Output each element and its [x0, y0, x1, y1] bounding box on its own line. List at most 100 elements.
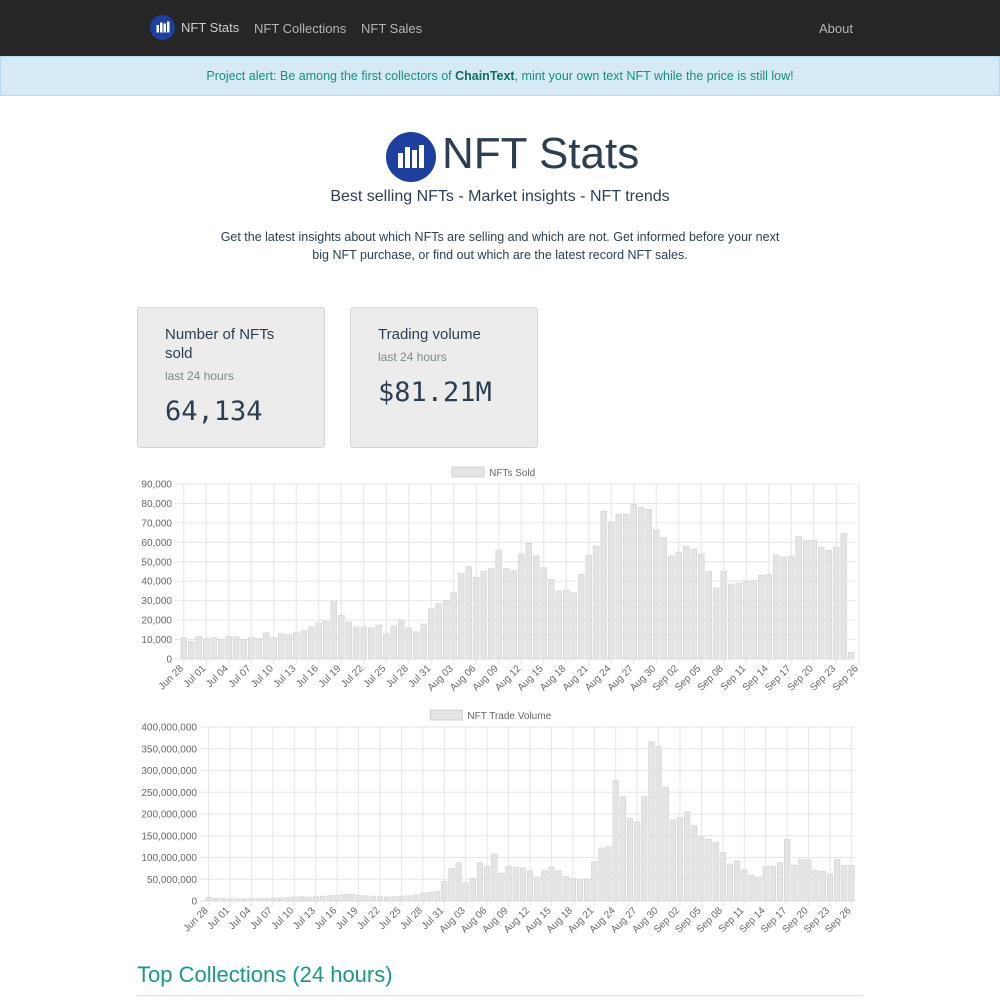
- bar: [743, 580, 750, 660]
- bar: [641, 796, 648, 902]
- bar: [488, 568, 495, 660]
- bar: [728, 583, 735, 660]
- x-tick-label: Jul 13: [272, 663, 299, 690]
- nav-link-about[interactable]: About: [819, 21, 853, 36]
- bar: [691, 825, 698, 902]
- bar: [465, 566, 472, 660]
- bar: [712, 841, 719, 902]
- bar: [413, 631, 420, 660]
- y-tick-label: 40,000: [141, 577, 172, 588]
- bar: [353, 626, 360, 660]
- bar: [503, 568, 510, 660]
- bar: [734, 860, 741, 902]
- x-tick-label: Jul 04: [204, 663, 231, 690]
- bar: [469, 878, 476, 902]
- bar: [605, 846, 612, 902]
- section-divider: [137, 995, 863, 996]
- bar: [784, 838, 791, 902]
- bar: [269, 897, 276, 902]
- nav-brand-label: NFT Stats: [181, 20, 240, 35]
- bar: [591, 861, 598, 902]
- bar: [578, 574, 585, 660]
- section-title-top-collections: Top Collections (24 hours): [137, 962, 393, 987]
- bar: [690, 548, 697, 660]
- bar: [441, 881, 448, 902]
- bar: [526, 870, 534, 902]
- bar: [210, 637, 217, 660]
- bar: [525, 543, 532, 660]
- bar: [505, 865, 512, 902]
- bar: [668, 555, 675, 660]
- bar: [615, 513, 622, 660]
- bar: [726, 863, 734, 902]
- bar: [405, 627, 412, 660]
- bar: [675, 551, 682, 660]
- bar: [284, 897, 291, 902]
- bar: [735, 582, 742, 660]
- bar: [810, 540, 817, 660]
- nav-link-collections[interactable]: NFT Collections: [254, 21, 346, 36]
- bar: [555, 590, 562, 660]
- y-tick-label: 250,000,000: [141, 788, 197, 799]
- bar: [448, 868, 455, 902]
- bar: [218, 639, 225, 660]
- bar: [576, 878, 584, 902]
- bar: [455, 862, 462, 902]
- alert-chaintext-link[interactable]: ChainText: [455, 69, 515, 83]
- y-tick-label: 150,000,000: [141, 831, 197, 842]
- y-tick-label: 30,000: [141, 596, 172, 607]
- bar: [262, 898, 269, 902]
- trade-volume-chart: NFT Trade Volume 400,000,000 350,000,000 30…: [0, 703, 1000, 948]
- x-tick-label: Sep 26: [831, 663, 861, 693]
- bar: [180, 637, 187, 660]
- bar: [434, 891, 441, 902]
- bar: [818, 546, 825, 660]
- bar: [684, 811, 691, 902]
- bar: [484, 865, 491, 902]
- bar: [626, 818, 634, 902]
- bar: [375, 624, 382, 660]
- bar: [300, 630, 307, 660]
- x-tick-label: Jul 22: [355, 905, 382, 932]
- stat-card-nfts-sold: Number of NFTs sold last 24 hours 64,134: [137, 307, 325, 448]
- bar: [212, 898, 219, 902]
- bar: [803, 540, 810, 660]
- page-title: NFT Stats: [442, 129, 640, 178]
- bar: [655, 745, 662, 902]
- bar: [548, 866, 555, 902]
- nav-link-sales[interactable]: NFT Sales: [361, 21, 422, 36]
- bar: [203, 638, 210, 660]
- bar: [390, 625, 397, 660]
- bar: [600, 510, 607, 660]
- bar: [669, 819, 676, 902]
- bar: [791, 865, 798, 902]
- bar: [653, 529, 660, 660]
- bar: [563, 589, 570, 660]
- bar: [462, 882, 469, 902]
- x-tick-label: Jul 19: [317, 663, 344, 690]
- y-tick-label: 60,000: [141, 538, 172, 549]
- bar: [541, 870, 548, 902]
- bar: [788, 555, 795, 660]
- bar: [533, 555, 540, 660]
- y-tick-label: 20,000: [141, 616, 172, 627]
- card-value: 64,134: [165, 396, 263, 427]
- legend-label: NFT Trade Volume: [467, 711, 551, 722]
- x-tick-label: Jul 28: [384, 663, 411, 690]
- bar: [841, 865, 848, 902]
- y-tick-label: 350,000,000: [141, 744, 197, 755]
- bar: [225, 636, 232, 660]
- bar: [473, 577, 480, 660]
- bar: [833, 546, 840, 660]
- bar: [510, 570, 517, 660]
- bar: [645, 508, 652, 660]
- bar: [233, 636, 240, 660]
- bar: [795, 536, 802, 660]
- bar: [330, 601, 337, 660]
- card-subtitle: last 24 hours: [378, 350, 447, 364]
- bar: [398, 619, 405, 660]
- nav-brand[interactable]: NFT Stats: [150, 15, 239, 40]
- x-tick-label: Jul 07: [248, 905, 275, 932]
- bar: [362, 895, 369, 902]
- legend-swatch: [451, 466, 485, 478]
